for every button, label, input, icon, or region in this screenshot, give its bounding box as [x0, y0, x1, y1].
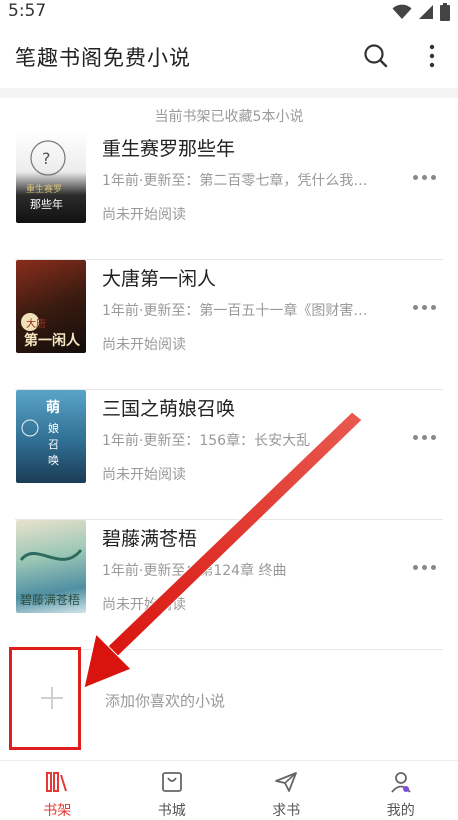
signal-icon: [419, 5, 433, 19]
nav-label: 书架: [43, 803, 72, 819]
book-cover: 大唐 第一闲人: [16, 260, 86, 353]
book-more-button[interactable]: [413, 302, 441, 312]
add-book-row[interactable]: 添加你喜欢的小说: [0, 634, 458, 760]
book-update: 1年前·更新至：156章：长安大乱: [102, 433, 311, 449]
svg-text:大唐: 大唐: [26, 317, 46, 330]
paper-plane-icon: [275, 772, 298, 792]
shelf-summary: 当前书架已收藏5本小说: [154, 109, 304, 125]
book-title: 三国之萌娘召唤: [102, 398, 236, 420]
book-title: 大唐第一闲人: [102, 268, 217, 290]
book-more-button[interactable]: [413, 562, 441, 572]
svg-text:唤: 唤: [48, 453, 59, 467]
book-item[interactable]: 萌 娘 召 唤 三国之萌娘召唤 1年前·更新至：156章：长安大乱 尚未开始阅读: [15, 390, 443, 520]
app-title: 笔趣书阁免费小说: [15, 46, 191, 70]
status-time: 5:57: [8, 1, 47, 21]
book-cover: 碧藤满苍梧: [16, 520, 86, 613]
book-read-status: 尚未开始阅读: [102, 597, 186, 613]
nav-label: 求书: [272, 803, 301, 819]
more-vert-icon: [429, 44, 435, 68]
svg-text:重生赛罗: 重生赛罗: [26, 183, 62, 195]
nav-item-request[interactable]: 求书: [229, 761, 344, 820]
svg-text:?: ?: [42, 149, 51, 168]
add-book-label: 添加你喜欢的小说: [105, 692, 226, 710]
svg-text:召: 召: [48, 438, 59, 451]
book-read-status: 尚未开始阅读: [102, 337, 186, 353]
wifi-icon: [392, 4, 412, 19]
book-update: 1年前·更新至：第一百五十一章《图财害…: [102, 303, 368, 319]
store-bag-icon: [161, 772, 182, 792]
book-cover: 萌 娘 召 唤: [16, 390, 86, 483]
book-item[interactable]: ? 重生赛罗 那些年 重生赛罗那些年 1年前·更新至：第二百零七章，凭什么我… …: [15, 130, 443, 260]
book-update: 1年前·更新至：第124章 终曲: [102, 563, 287, 579]
svg-text:娘: 娘: [48, 421, 59, 435]
search-button[interactable]: [362, 42, 390, 70]
nav-item-profile[interactable]: 我的: [344, 761, 458, 820]
add-book-button[interactable]: [9, 647, 81, 750]
nav-label: 书城: [157, 803, 186, 819]
book-item[interactable]: 碧藤满苍梧 碧藤满苍梧 1年前·更新至：第124章 终曲 尚未开始阅读: [15, 520, 443, 650]
status-bar: 5:57: [0, 0, 458, 24]
bookshelf-icon: [46, 772, 68, 792]
svg-text:萌: 萌: [46, 399, 60, 416]
book-title: 碧藤满苍梧: [102, 528, 198, 550]
bottom-navigation: 书架 书城 求书 我的: [0, 760, 458, 820]
status-icons: [392, 3, 450, 21]
app-bar: 笔趣书阁免费小说: [0, 30, 458, 82]
book-update: 1年前·更新至：第二百零七章，凭什么我…: [102, 173, 368, 189]
more-options-button[interactable]: [420, 42, 444, 70]
nav-item-store[interactable]: 书城: [115, 761, 230, 820]
user-icon: [391, 772, 411, 793]
book-more-button[interactable]: [413, 432, 441, 442]
nav-item-bookshelf[interactable]: 书架: [0, 761, 115, 820]
battery-icon: [440, 3, 450, 21]
book-title: 重生赛罗那些年: [102, 138, 236, 160]
book-item[interactable]: 大唐 第一闲人 大唐第一闲人 1年前·更新至：第一百五十一章《图财害… 尚未开始…: [15, 260, 443, 390]
plus-icon-vertical: [51, 687, 53, 709]
book-more-button[interactable]: [413, 172, 441, 182]
search-icon: [364, 44, 388, 68]
svg-text:那些年: 那些年: [30, 197, 63, 211]
bookshelf-list[interactable]: 当前书架已收藏5本小说 ? 重生赛罗 那些年 重生赛罗那些年 1年前·更新至：第…: [0, 88, 458, 760]
book-read-status: 尚未开始阅读: [102, 207, 186, 223]
nav-label: 我的: [386, 803, 415, 819]
book-read-status: 尚未开始阅读: [102, 467, 186, 483]
svg-text:碧藤满苍梧: 碧藤满苍梧: [20, 592, 80, 607]
book-cover: ? 重生赛罗 那些年: [16, 130, 86, 223]
svg-text:第一闲人: 第一闲人: [24, 332, 81, 349]
